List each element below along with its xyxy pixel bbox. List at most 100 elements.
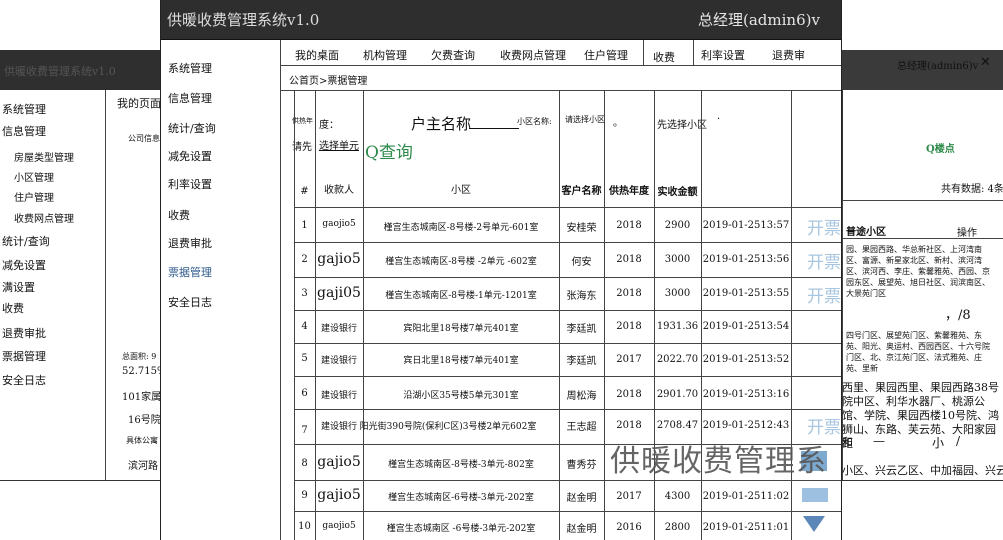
- row-customer: 曹秀芬: [566, 460, 597, 471]
- community-name-label: 小区名称:: [517, 117, 552, 126]
- community-select[interactable]: 请选择小区: [565, 114, 605, 125]
- nav-refund[interactable]: 退费审: [772, 47, 805, 63]
- grid-line: [294, 207, 841, 208]
- column-year: 供热年度: [609, 186, 649, 197]
- row-year: 2018: [616, 288, 642, 299]
- building-select[interactable]: 先选择小区: [657, 116, 707, 131]
- column-customer: 客户名称: [561, 186, 602, 197]
- grid-line: [294, 343, 841, 344]
- row-time: 2019-01-2513:56: [702, 254, 790, 265]
- bg-west-districts: 西里、果园西里、果园西路38号院中区、利华水器厂、桃源公馆、学院、果园西楼10号…: [842, 381, 999, 450]
- separator-dot: ·: [717, 114, 721, 125]
- grid-line: [294, 376, 841, 377]
- bg-sidebar-item-stats[interactable]: 统计/查询: [2, 233, 50, 249]
- row-year: 2017: [616, 491, 642, 502]
- grid-line: [559, 91, 560, 540]
- row-collector: gaojio5: [322, 521, 356, 531]
- row-community: 槿宫生态城南区-8号楼-2号单元-601室: [383, 223, 539, 233]
- bg-sidebar-item-community[interactable]: 小区管理: [14, 169, 54, 184]
- bg-company-info: 公司信息: [128, 134, 160, 143]
- invoice-icon[interactable]: [803, 516, 825, 532]
- grid-line: [294, 409, 841, 410]
- bg-sidebar-item-system[interactable]: 系统管理: [2, 101, 46, 117]
- row-collector: 建设银行: [320, 356, 357, 366]
- background-user-menu[interactable]: 总经理(admin6)v: [897, 57, 978, 72]
- bg-sidebar-item-info[interactable]: 信息管理: [2, 123, 46, 139]
- background-close-icon[interactable]: ✕: [980, 55, 991, 70]
- row-community: 槿宫生态城南区-8号楼 -2单元 -602室: [385, 257, 537, 267]
- nav-rate-settings[interactable]: 利率设置: [701, 47, 745, 63]
- owner-name-input[interactable]: [469, 128, 519, 129]
- row-community: 槿宫生态城南区 -6号楼-3单元-202室: [386, 524, 536, 534]
- row-community: 宾阳北里18号楼7单元401室: [403, 324, 519, 334]
- row-collector: 建设银行: [320, 324, 357, 334]
- bg-right-bottom-line: [842, 480, 1003, 481]
- select-first-label: 请先: [292, 142, 312, 153]
- row-community: 宾日北里18号楼7单元401室: [403, 356, 519, 366]
- bg-sidebar-item-charge[interactable]: 收费: [2, 300, 24, 316]
- nav-outlet-management[interactable]: 收费网点管理: [500, 47, 566, 63]
- row-index: 5: [301, 353, 308, 364]
- row-amount: 2708.47: [656, 420, 699, 431]
- bg-home-tab[interactable]: 我的页面: [117, 95, 161, 111]
- bg-column-action: 操作: [957, 228, 977, 239]
- bg-sidebar-item-refund[interactable]: 退费审批: [2, 325, 46, 341]
- bg-query-building[interactable]: Q楼点: [926, 140, 955, 155]
- column-index: #: [300, 186, 309, 197]
- sidebar-item-refund[interactable]: 退费审批: [168, 235, 212, 251]
- nav-arrears-query[interactable]: 欠费查询: [431, 47, 475, 63]
- row-customer: 安桂荣: [566, 223, 597, 234]
- bg-sidebar-item-invoice[interactable]: 票据管理: [2, 348, 46, 364]
- row-time: 2019-01-2513:55: [702, 288, 790, 299]
- row-time: 2019-01-2513:52: [702, 354, 790, 365]
- row-index: 7: [301, 425, 308, 436]
- bg-sidebar-item-rate[interactable]: 满设置: [2, 279, 35, 295]
- bg-right-line: [842, 200, 1003, 201]
- bg-sidebar-item-house-type[interactable]: 房屋类型管理: [14, 149, 74, 164]
- sidebar: 系统管理 信息管理 统计/查询 减免设置 利率设置 收费 退费审批 票据管理 安…: [161, 40, 281, 540]
- grid-line: [294, 91, 295, 540]
- query-button[interactable]: Q查询: [365, 138, 413, 163]
- row-year: 2018: [616, 420, 642, 431]
- sidebar-item-system[interactable]: 系统管理: [168, 60, 212, 76]
- row-time: 2019-01-2512:43: [702, 420, 790, 431]
- row-index: 4: [301, 321, 308, 332]
- bg-households: 101家属: [122, 392, 162, 403]
- sidebar-item-log[interactable]: 安全日志: [168, 294, 212, 310]
- row-year: 2016: [616, 522, 642, 533]
- sidebar-item-info[interactable]: 信息管理: [168, 90, 212, 106]
- row-amount: 1931.36: [656, 321, 699, 332]
- row-time: 2019-01-2513:54: [702, 321, 790, 332]
- row-customer: 张海东: [566, 291, 597, 302]
- row-index: 3: [301, 288, 308, 299]
- sidebar-item-rate[interactable]: 利率设置: [168, 176, 212, 192]
- bg-sidebar-item-outlet[interactable]: 收费网点管理: [14, 210, 74, 225]
- sidebar-item-stats[interactable]: 统计/查询: [168, 120, 216, 136]
- invoice-button[interactable]: 开票: [807, 282, 841, 307]
- nav-resident-management[interactable]: 住户管理: [584, 47, 628, 63]
- sidebar-item-reduction[interactable]: 减免设置: [168, 148, 212, 164]
- invoice-button[interactable]: 开票: [807, 248, 841, 273]
- nav-org-management[interactable]: 机构管理: [363, 47, 407, 63]
- bg-sidebar-item-resident[interactable]: 住户管理: [14, 189, 54, 204]
- bg-char-b: —: [873, 434, 885, 448]
- user-menu[interactable]: 总经理(admin6)v: [698, 9, 820, 30]
- bg-char-c: 小: [932, 436, 945, 450]
- invoice-button[interactable]: 开票: [807, 413, 841, 438]
- invoice-icon[interactable]: [802, 488, 828, 502]
- grid-line: [294, 242, 841, 243]
- row-customer: 王志超: [566, 422, 597, 433]
- bg-sidebar-item-reduction[interactable]: 减免设置: [2, 257, 46, 273]
- invoice-button[interactable]: 开票: [807, 214, 841, 239]
- row-year: 2018: [616, 321, 642, 332]
- row-collector: gajio5: [317, 454, 361, 470]
- sidebar-item-charge[interactable]: 收费: [168, 207, 190, 223]
- nav-my-desktop[interactable]: 我的桌面: [295, 47, 339, 63]
- column-community: 小区: [451, 185, 471, 196]
- bg-sidebar-item-log[interactable]: 安全日志: [2, 372, 46, 388]
- row-amount: 4300: [664, 491, 691, 502]
- breadcrumb-divider: [281, 90, 841, 91]
- sidebar-item-invoice[interactable]: 票据管理: [168, 264, 212, 280]
- nav-charge[interactable]: 收费: [653, 49, 675, 65]
- select-unit-underline: [319, 150, 359, 151]
